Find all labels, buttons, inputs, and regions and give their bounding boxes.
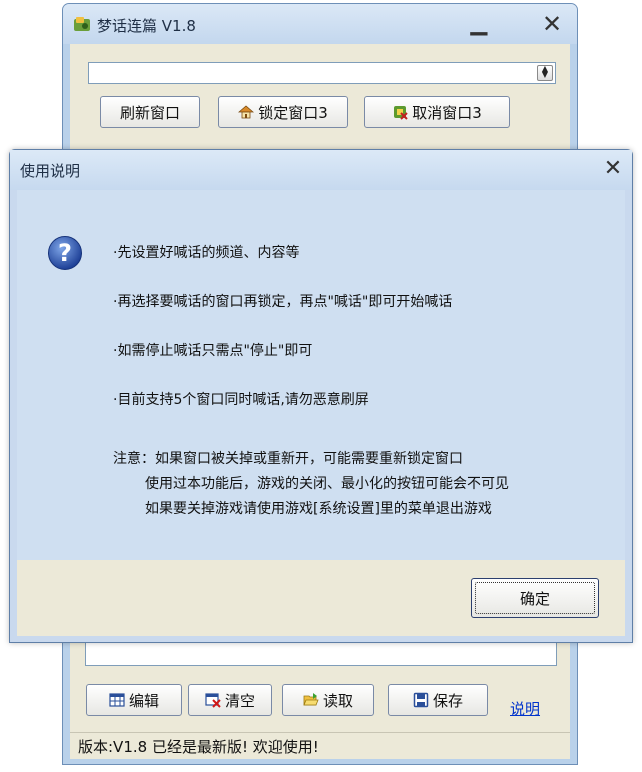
dialog-close-button[interactable]: ✕ (600, 158, 626, 182)
clear-label: 清空 (224, 691, 255, 710)
status-bar: 版本:V1.8 已经是最新版! 欢迎使用! (70, 732, 570, 759)
clear-icon (205, 693, 221, 708)
cancel-window-label: 取消窗口3 (412, 103, 482, 122)
load-button[interactable]: 读取 (282, 684, 374, 716)
help-line-1: ·先设置好喊话的频道、内容等 (113, 245, 300, 261)
load-label: 读取 (322, 691, 353, 710)
help-dialog: 使用说明 ✕ ? ·先设置好喊话的频道、内容等 ·再选择要喊话的窗口再锁定，再点… (9, 149, 633, 643)
floppy-icon (413, 692, 429, 708)
window-select[interactable]: ▲ ▼ (88, 62, 556, 84)
dialog-titlebar[interactable]: 使用说明 ✕ (10, 150, 632, 190)
help-link[interactable]: 说明 (510, 698, 540, 719)
close-button[interactable]: ✕ (537, 12, 567, 38)
edit-button[interactable]: 编辑 (86, 684, 182, 716)
edit-label: 编辑 (128, 691, 159, 710)
grid-icon (109, 693, 125, 707)
focus-rect (475, 582, 595, 614)
cancel-icon (394, 106, 408, 120)
status-text: 版本:V1.8 已经是最新版! 欢迎使用! (78, 738, 319, 756)
note-line-3: 如果要关掉游戏请使用游戏[系统设置]里的菜单退出游戏 (145, 501, 492, 517)
folder-open-icon (303, 693, 319, 706)
lock-window-label: 锁定窗口3 (258, 103, 328, 122)
dialog-title: 使用说明 (20, 162, 81, 180)
main-titlebar[interactable]: 梦话连篇 V1.8 ▁ ✕ (63, 4, 577, 44)
svg-text:?: ? (58, 239, 72, 267)
note-line-2: 使用过本功能后，游戏的关闭、最小化的按钮可能会不可见 (145, 476, 509, 492)
window-title: 梦话连篇 V1.8 (97, 17, 196, 35)
lock-window-button[interactable]: 锁定窗口3 (218, 96, 348, 128)
save-label: 保存 (432, 691, 463, 710)
help-line-2: ·再选择要喊话的窗口再锁定，再点"喊话"即可开始喊话 (113, 294, 453, 310)
note-line-1: 注意：如果窗口被关掉或重新开，可能需要重新锁定窗口 (113, 451, 463, 467)
question-icon: ? (48, 236, 82, 270)
dialog-footer: 确定 (17, 560, 625, 636)
chevron-updown-icon[interactable]: ▲ ▼ (537, 65, 553, 81)
help-line-3: ·如需停止喊话只需点"停止"即可 (113, 343, 313, 359)
home-icon (238, 105, 255, 119)
refresh-window-button[interactable]: 刷新窗口 (100, 96, 200, 128)
cancel-window-button[interactable]: 取消窗口3 (364, 96, 510, 128)
refresh-window-label: 刷新窗口 (119, 103, 180, 122)
ok-button[interactable]: 确定 (471, 578, 599, 618)
minimize-button[interactable]: ▁ (465, 13, 493, 36)
help-line-4: ·目前支持5个窗口同时喊话,请勿恶意刷屏 (113, 392, 369, 408)
save-button[interactable]: 保存 (388, 684, 488, 716)
clear-button[interactable]: 清空 (188, 684, 272, 716)
dialog-body: ? ·先设置好喊话的频道、内容等 ·再选择要喊话的窗口再锁定，再点"喊话"即可开… (17, 190, 625, 560)
app-icon (74, 17, 90, 31)
